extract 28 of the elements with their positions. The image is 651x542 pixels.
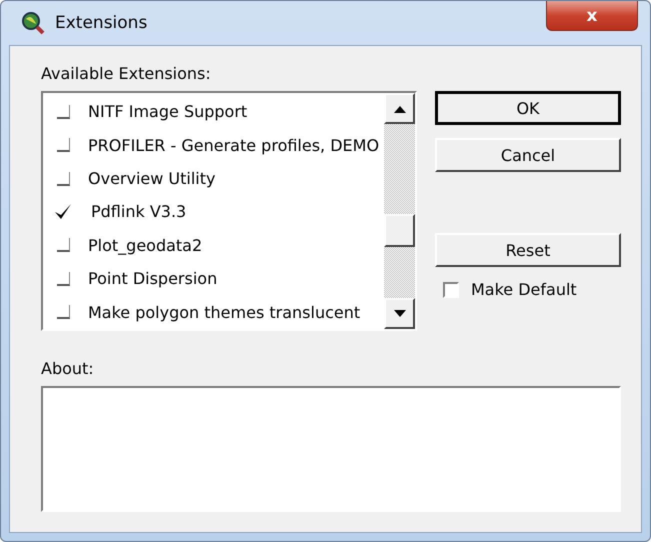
make-default-checkbox[interactable] — [443, 282, 459, 298]
globe-magnifier-icon — [21, 11, 45, 35]
scrollbar-thumb[interactable] — [384, 214, 415, 247]
extension-item[interactable]: Point Dispersion — [88, 269, 218, 288]
dialog-button[interactable]: Reset — [435, 233, 621, 267]
down-arrow-icon — [394, 310, 406, 318]
extension-item[interactable]: NITF Image Support — [88, 102, 248, 122]
dialog-button[interactable]: OK — [435, 91, 621, 125]
scroll-down-button[interactable] — [384, 298, 415, 329]
extension-item[interactable]: Plot_geodata2 — [88, 236, 202, 255]
extension-item[interactable]: PROFILER - Generate profiles, DEMO — [88, 136, 380, 155]
checkbox[interactable] — [57, 272, 70, 286]
close-button[interactable]: x — [546, 1, 638, 31]
extension-item[interactable]: Make polygon themes translucent — [88, 302, 360, 322]
checkbox[interactable] — [57, 104, 70, 119]
list-label: Available Extensions: — [41, 64, 212, 83]
up-arrow-icon — [394, 104, 406, 112]
scroll-up-button[interactable] — [384, 93, 415, 124]
window-title: Extensions — [55, 13, 148, 33]
checkbox-label: Make Default — [471, 280, 577, 299]
checkbox[interactable] — [57, 172, 70, 186]
checkbox[interactable] — [57, 138, 70, 152]
about-label: About: — [41, 359, 95, 378]
extension-item[interactable]: Overview Utility — [88, 169, 216, 188]
checkbox[interactable] — [57, 238, 70, 252]
dialog-button[interactable]: Cancel — [435, 138, 621, 172]
checkbox[interactable] — [57, 305, 70, 320]
extension-item[interactable]: Pdflink V3.3 — [91, 202, 186, 222]
